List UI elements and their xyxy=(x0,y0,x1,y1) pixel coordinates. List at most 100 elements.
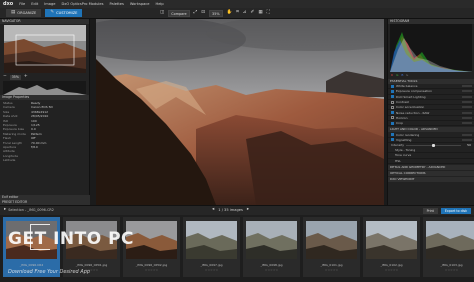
menu-workspace[interactable]: Workspace xyxy=(130,2,150,6)
thumbnail-image xyxy=(246,221,297,259)
filmstrip-thumbnail[interactable]: _IMG_0102.jpg ☆☆☆☆☆ xyxy=(363,217,420,277)
rating-stars[interactable]: ☆☆☆☆☆ xyxy=(123,268,180,272)
tool-preset-control[interactable] xyxy=(462,116,472,119)
channel-r[interactable]: R xyxy=(391,73,393,77)
tool-preset-control[interactable] xyxy=(462,95,472,98)
menu-edit[interactable]: Edit xyxy=(31,2,38,6)
tool-label: Horizon xyxy=(396,115,408,120)
intensity-slider[interactable] xyxy=(406,143,461,148)
compare-button[interactable]: Compare xyxy=(168,10,190,17)
menu-palettes[interactable]: Palettes xyxy=(110,2,124,6)
channel-b[interactable]: B xyxy=(401,73,403,77)
rating-stars[interactable]: ☆☆☆☆☆ xyxy=(363,268,420,272)
compare-label: Compare xyxy=(171,11,187,16)
style-row[interactable]: HSL xyxy=(388,159,474,164)
grid-icon[interactable]: ▦ xyxy=(258,11,262,16)
hand-icon[interactable]: ✋ xyxy=(227,11,233,16)
main-image-viewer[interactable] xyxy=(96,19,384,205)
menu-bar: dxo File Edit Image DxO OpticsPro Module… xyxy=(0,0,474,8)
tool-preset-control[interactable] xyxy=(462,138,472,141)
menu-image[interactable]: Image xyxy=(44,2,55,6)
folder-icon[interactable]: ▸ xyxy=(4,207,6,213)
section-header[interactable]: DETAIL AND GEOMETRY - ADVANCED xyxy=(388,164,474,170)
image-counter: 1 / 35 images xyxy=(218,208,243,213)
thumbnail-caption: _IMG_0096_OP02.jpg xyxy=(135,263,168,267)
channel-toggles: R G B L xyxy=(388,72,474,78)
tool-label: Noise reduction - RAW xyxy=(396,110,430,115)
print-button[interactable]: Print xyxy=(422,208,438,214)
tool-label: Exposure compensation xyxy=(396,89,433,94)
thumbnail-caption: _IMG_0103.jpg xyxy=(440,263,463,267)
section-header[interactable]: DXO VIEWPOINT xyxy=(388,176,474,182)
next-image-icon[interactable]: ▸ xyxy=(247,207,249,213)
style-row-label: Style - Toning xyxy=(395,148,416,153)
style-rows: Style - Toning Tone curve HSL xyxy=(388,148,474,164)
filmstrip-thumbnail[interactable]: _IMG_0103.jpg ☆☆☆☆☆ xyxy=(423,217,474,277)
zoom-select[interactable]: 35% xyxy=(209,10,223,17)
tool-toggle-checkbox[interactable] xyxy=(391,121,394,125)
intensity-slider-knob[interactable] xyxy=(432,143,436,148)
section-header[interactable]: OPTICAL CORRECTIONS xyxy=(388,170,474,176)
histogram xyxy=(390,24,472,72)
tool-toggle-checkbox[interactable] xyxy=(391,138,394,142)
tool-toggle-checkbox[interactable] xyxy=(391,133,394,137)
zoom-in-icon[interactable]: + xyxy=(24,74,28,80)
menu-file[interactable]: File xyxy=(19,2,25,6)
thumbnail-image xyxy=(366,221,417,259)
tool-preset-control[interactable] xyxy=(462,122,472,125)
rating-stars[interactable]: ☆☆☆☆☆ xyxy=(243,268,300,272)
fit-icon[interactable]: ⤢ xyxy=(194,11,198,16)
tab-organize[interactable]: ▤ ORGANIZE xyxy=(6,9,42,17)
tool-toggle-checkbox[interactable] xyxy=(391,111,394,115)
app-logo: dxo xyxy=(3,1,14,7)
filmstrip-thumbnail[interactable]: _IMG_0097.jpg ☆☆☆☆☆ xyxy=(183,217,240,277)
channel-g[interactable]: G xyxy=(396,73,398,77)
brush-icon: ✎ xyxy=(50,9,55,15)
tool-toggle-checkbox[interactable] xyxy=(391,105,394,109)
tool-preset-control[interactable] xyxy=(462,85,472,88)
tool-label: White balance xyxy=(396,84,418,89)
main-image xyxy=(96,19,384,205)
top-toolbar: ▤ ORGANIZE ✎ CUSTOMIZE ◫ Compare ⤢ ⊡ 35%… xyxy=(0,8,474,19)
zoom-out-icon[interactable]: − xyxy=(3,74,7,80)
thumbnail-caption: _IMG_0098.jpg xyxy=(260,263,283,267)
horizon-icon[interactable]: ⊿ xyxy=(243,11,247,16)
picker-icon[interactable]: ✐ xyxy=(251,11,255,16)
rating-stars[interactable]: ☆☆☆☆☆ xyxy=(303,268,360,272)
tool-preset-control[interactable] xyxy=(462,90,472,93)
menu-help[interactable]: Help xyxy=(156,2,164,6)
collapsed-sections: DETAIL AND GEOMETRY - ADVANCED OPTICAL CO… xyxy=(388,164,474,182)
tool-toggle-checkbox[interactable] xyxy=(391,116,394,120)
tab-customize-label: CUSTOMIZE xyxy=(56,11,78,15)
navigator-thumbnail[interactable] xyxy=(4,25,86,73)
rating-stars[interactable]: ☆☆☆☆☆ xyxy=(183,268,240,272)
tool-preset-control[interactable] xyxy=(462,101,472,104)
split-view-icon[interactable]: ◫ xyxy=(160,11,164,16)
tool-toggle-checkbox[interactable] xyxy=(391,89,394,93)
filmstrip-thumbnail[interactable]: _IMG_0098.jpg ☆☆☆☆☆ xyxy=(243,217,300,277)
histogram-graph xyxy=(390,32,472,72)
selection-label: Selection - _IMG_0096-CR2 xyxy=(8,208,54,213)
channel-l[interactable]: L xyxy=(406,73,408,77)
tool-toggle-checkbox[interactable] xyxy=(391,84,394,88)
tool-preset-control[interactable] xyxy=(462,106,472,109)
tool-toggle-checkbox[interactable] xyxy=(391,100,394,104)
navigator-title: NAVIGATOR xyxy=(0,19,89,24)
mini-histogram xyxy=(3,81,87,95)
crop-icon[interactable]: ⌗ xyxy=(236,11,239,16)
previous-image-icon[interactable]: ◂ xyxy=(212,207,214,213)
tab-customize[interactable]: ✎ CUSTOMIZE xyxy=(45,9,83,17)
zoom-1to1-icon[interactable]: ⊡ xyxy=(201,11,205,16)
filmstrip-thumbnail[interactable]: _IMG_0101.jpg ☆☆☆☆☆ xyxy=(303,217,360,277)
export-to-disk-button[interactable]: Export to disk xyxy=(440,208,471,214)
tool-preset-control[interactable] xyxy=(462,133,472,136)
menu-modules[interactable]: DxO OpticsPro Modules xyxy=(62,2,104,6)
tool-preset-control[interactable] xyxy=(462,111,472,114)
rating-stars[interactable]: ☆☆☆☆☆ xyxy=(423,268,474,272)
property-key: Latitude xyxy=(3,158,16,163)
tool-toggle-checkbox[interactable] xyxy=(391,95,394,99)
fullscreen-icon[interactable]: ⛶ xyxy=(267,11,270,16)
thumbnail-caption: _IMG_0097.jpg xyxy=(200,263,223,267)
tool-row[interactable]: Crop xyxy=(388,121,474,127)
navigator-zoom-select[interactable]: 35% xyxy=(9,74,21,80)
